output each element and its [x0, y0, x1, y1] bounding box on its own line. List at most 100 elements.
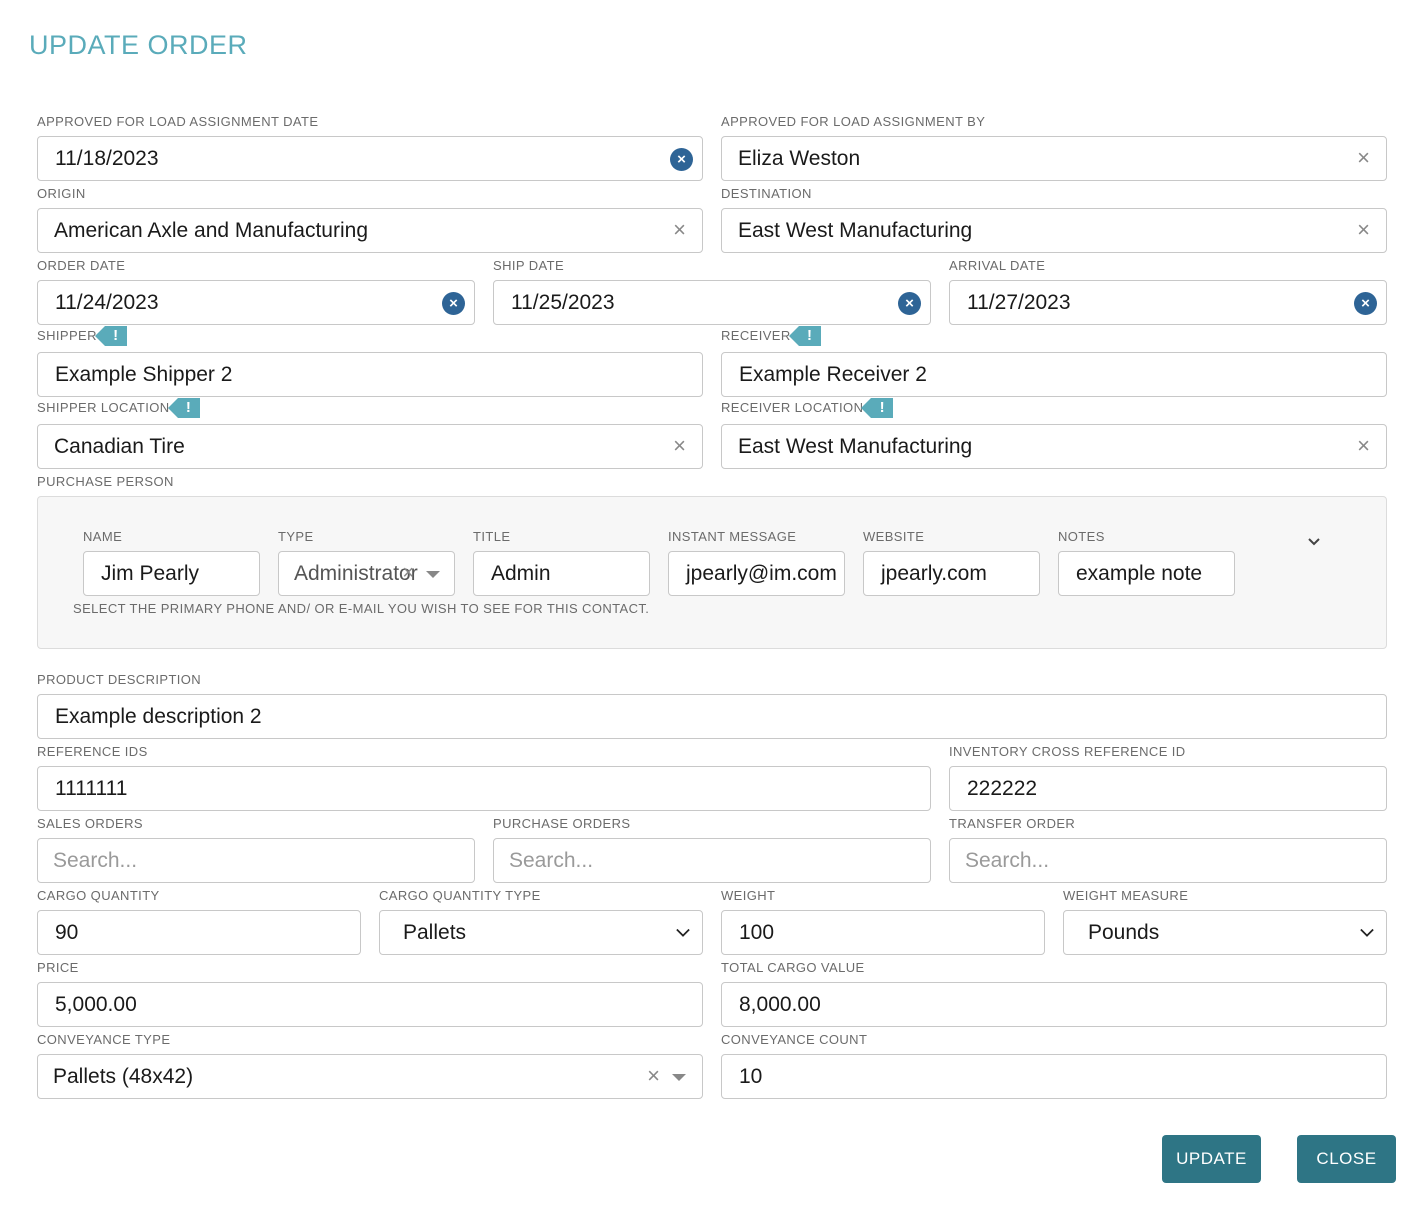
contact-notes-label: NOTES: [1058, 529, 1105, 544]
warning-flag-icon: !: [861, 398, 894, 418]
contact-type-select[interactable]: Administrator ×: [278, 551, 455, 596]
conveyance-type-label: CONVEYANCE TYPE: [37, 1032, 171, 1047]
contact-notes-field[interactable]: example note: [1058, 551, 1235, 596]
clear-circle-icon[interactable]: ×: [670, 148, 693, 171]
clear-circle-icon[interactable]: ×: [1354, 292, 1377, 315]
ship-date-label: SHIP DATE: [493, 258, 565, 273]
clear-icon[interactable]: ×: [1357, 218, 1370, 242]
purchase-person-label: PURCHASE PERSON: [37, 474, 174, 489]
contact-name-label: NAME: [83, 529, 123, 544]
approved-date-label: APPROVED FOR LOAD ASSIGNMENT DATE: [37, 114, 319, 129]
cargo-quantity-type-select[interactable]: Pallets: [379, 910, 703, 955]
update-button[interactable]: UPDATE: [1162, 1135, 1261, 1183]
weight-value: 100: [739, 920, 775, 944]
sales-orders-placeholder: Search...: [53, 848, 138, 872]
shipper-value: Example Shipper 2: [55, 362, 233, 386]
reference-ids-value: 1111111: [55, 776, 128, 800]
receiver-label-row: RECEIVER !: [721, 326, 821, 346]
conveyance-count-value: 10: [739, 1064, 763, 1088]
receiver-field[interactable]: Example Receiver 2: [721, 352, 1387, 397]
weight-measure-select[interactable]: Pounds: [1063, 910, 1387, 955]
clear-icon[interactable]: ×: [673, 218, 686, 242]
shipper-location-field[interactable]: Canadian Tire ×: [37, 424, 703, 469]
receiver-location-field[interactable]: East West Manufacturing ×: [721, 424, 1387, 469]
price-label: PRICE: [37, 960, 79, 975]
total-cargo-value-label: TOTAL CARGO VALUE: [721, 960, 865, 975]
receiver-label: RECEIVER: [721, 328, 791, 343]
arrival-date-value: 11/27/2023: [967, 290, 1071, 314]
clear-circle-icon[interactable]: ×: [898, 292, 921, 315]
receiver-location-label: RECEIVER LOCATION: [721, 400, 864, 415]
destination-label: DESTINATION: [721, 186, 812, 201]
reference-ids-field[interactable]: 1111111: [37, 766, 931, 811]
contact-title-label: TITLE: [473, 529, 511, 544]
price-field[interactable]: 5,000.00: [37, 982, 703, 1027]
contact-im-field[interactable]: jpearly@im.com: [668, 551, 845, 596]
chevron-down-icon[interactable]: [1360, 926, 1374, 940]
clear-icon[interactable]: ×: [647, 1064, 660, 1088]
contact-website-field[interactable]: jpearly.com: [863, 551, 1040, 596]
total-cargo-value-field[interactable]: 8,000.00: [721, 982, 1387, 1027]
weight-field[interactable]: 100: [721, 910, 1045, 955]
transfer-order-label: TRANSFER ORDER: [949, 816, 1076, 831]
total-cargo-value-value: 8,000.00: [739, 992, 821, 1016]
inventory-cross-ref-field[interactable]: 222222: [949, 766, 1387, 811]
origin-field[interactable]: American Axle and Manufacturing ×: [37, 208, 703, 253]
ship-date-value: 11/25/2023: [511, 290, 615, 314]
clear-icon[interactable]: ×: [1357, 146, 1370, 170]
order-date-field[interactable]: 11/24/2023 ×: [37, 280, 475, 325]
transfer-order-placeholder: Search...: [965, 848, 1050, 872]
destination-value: East West Manufacturing: [738, 218, 973, 242]
weight-label: WEIGHT: [721, 888, 776, 903]
shipper-location-value: Canadian Tire: [54, 434, 185, 458]
origin-label: ORIGIN: [37, 186, 86, 201]
approved-by-value: Eliza Weston: [738, 146, 861, 170]
sales-orders-search[interactable]: Search...: [37, 838, 475, 883]
arrival-date-label: ARRIVAL DATE: [949, 258, 1046, 273]
warning-flag-icon: !: [94, 326, 127, 346]
ship-date-field[interactable]: 11/25/2023 ×: [493, 280, 931, 325]
approved-by-label: APPROVED FOR LOAD ASSIGNMENT BY: [721, 114, 986, 129]
conveyance-type-value: Pallets (48x42): [53, 1064, 194, 1088]
weight-measure-label: WEIGHT MEASURE: [1063, 888, 1189, 903]
conveyance-count-field[interactable]: 10: [721, 1054, 1387, 1099]
inventory-cross-ref-value: 222222: [967, 776, 1038, 800]
purchase-orders-search[interactable]: Search...: [493, 838, 931, 883]
cargo-quantity-field[interactable]: 90: [37, 910, 361, 955]
dialog-title: UPDATE ORDER: [29, 30, 248, 60]
order-date-label: ORDER DATE: [37, 258, 126, 273]
clear-circle-icon[interactable]: ×: [442, 292, 465, 315]
approved-by-field[interactable]: Eliza Weston ×: [721, 136, 1387, 181]
chevron-down-icon[interactable]: [1307, 537, 1321, 547]
shipper-field[interactable]: Example Shipper 2: [37, 352, 703, 397]
transfer-order-search[interactable]: Search...: [949, 838, 1387, 883]
approved-date-field[interactable]: 11/18/2023 ×: [37, 136, 703, 181]
conveyance-type-select[interactable]: Pallets (48x42) ×: [37, 1054, 703, 1099]
warning-flag-icon: !: [167, 398, 200, 418]
chevron-down-icon[interactable]: [676, 926, 690, 940]
dropdown-caret-icon[interactable]: [672, 1074, 686, 1081]
contact-name-field[interactable]: Jim Pearly: [83, 551, 260, 596]
conveyance-count-label: CONVEYANCE COUNT: [721, 1032, 868, 1047]
cargo-quantity-type-value: Pallets: [403, 920, 467, 944]
product-description-field[interactable]: Example description 2: [37, 694, 1387, 739]
reference-ids-label: REFERENCE IDS: [37, 744, 148, 759]
arrival-date-field[interactable]: 11/27/2023 ×: [949, 280, 1387, 325]
origin-value: American Axle and Manufacturing: [54, 218, 369, 242]
close-button[interactable]: CLOSE: [1297, 1135, 1396, 1183]
clear-icon[interactable]: ×: [673, 434, 686, 458]
cargo-quantity-type-label: CARGO QUANTITY TYPE: [379, 888, 541, 903]
clear-icon[interactable]: ×: [402, 552, 414, 595]
weight-measure-value: Pounds: [1088, 920, 1160, 944]
contact-title-field[interactable]: Admin: [473, 551, 650, 596]
contact-hint: SELECT THE PRIMARY PHONE AND/ OR E-MAIL …: [73, 601, 650, 616]
shipper-label: SHIPPER: [37, 328, 97, 343]
product-description-value: Example description 2: [55, 704, 262, 728]
destination-field[interactable]: East West Manufacturing ×: [721, 208, 1387, 253]
purchase-orders-placeholder: Search...: [509, 848, 594, 872]
dropdown-caret-icon[interactable]: [426, 571, 440, 578]
cargo-quantity-value: 90: [55, 920, 79, 944]
approved-date-value: 11/18/2023: [55, 146, 159, 170]
contact-im-label: INSTANT MESSAGE: [668, 529, 797, 544]
clear-icon[interactable]: ×: [1357, 434, 1370, 458]
